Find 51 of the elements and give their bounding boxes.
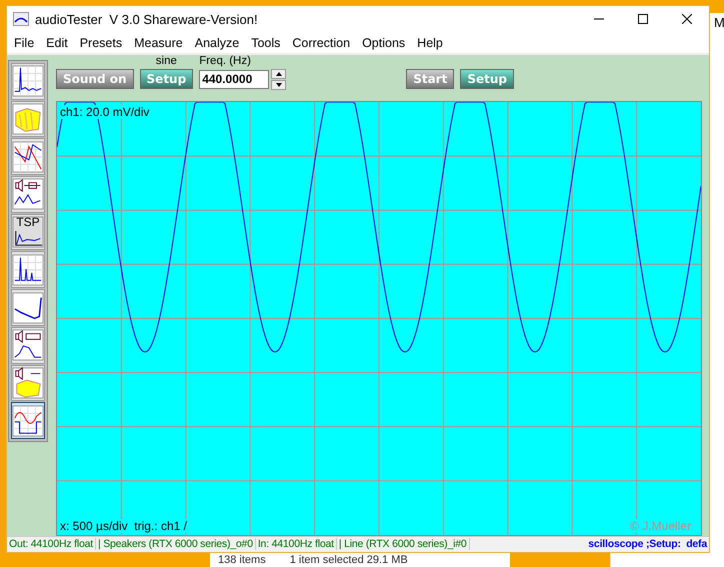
tool-button[interactable] bbox=[11, 326, 45, 364]
background-status-text: 1 item selected 29.1 MB bbox=[290, 553, 408, 567]
frequency-label: Freq. (Hz) bbox=[199, 54, 251, 69]
spin-down-button[interactable] bbox=[271, 80, 286, 90]
oscilloscope-graph-icon bbox=[12, 404, 44, 438]
status-text: | Line (RTX 6000 series)_i#0 bbox=[336, 538, 470, 550]
tool-button[interactable] bbox=[11, 402, 45, 439]
menu-item[interactable]: Edit bbox=[40, 36, 74, 50]
copyright-text: © J.Mueller bbox=[630, 518, 691, 533]
menu-item[interactable]: Analyze bbox=[188, 36, 246, 50]
menu-item[interactable]: Presets bbox=[74, 36, 128, 50]
tool-button[interactable]: TSP bbox=[11, 214, 45, 250]
channel-scale-label: ch1: 20.0 mV/div bbox=[60, 104, 150, 119]
bode-graph-icon bbox=[12, 140, 44, 174]
tool-button[interactable] bbox=[11, 176, 45, 213]
time-scale-label: x: 500 µs/div trig.: ch1 / bbox=[60, 518, 187, 533]
harmonics-graph-icon bbox=[12, 252, 44, 287]
app-icon bbox=[13, 12, 29, 26]
signal-type-label: sine bbox=[156, 54, 177, 69]
menu-item[interactable]: File bbox=[8, 36, 40, 50]
status-text: scilloscope ;Setup: defa bbox=[587, 538, 708, 550]
impedance-graph-icon bbox=[12, 290, 44, 325]
menu-item[interactable]: Measure bbox=[128, 36, 189, 50]
spin-up-icon bbox=[276, 72, 282, 76]
status-text: In: 44100Hz float bbox=[256, 538, 337, 550]
tool-button[interactable] bbox=[11, 289, 45, 326]
tool-label: TSP bbox=[15, 216, 41, 229]
menu-item[interactable]: Options bbox=[356, 36, 412, 50]
horn-graph-icon bbox=[12, 328, 44, 362]
menu-item[interactable]: Correction bbox=[286, 36, 356, 50]
background-status-text: 138 items bbox=[218, 553, 266, 567]
status-text: | Speakers (RTX 6000 series)_o#0 bbox=[96, 538, 256, 550]
tool-button[interactable] bbox=[11, 62, 45, 100]
status-text: Out: 44100Hz float bbox=[7, 538, 96, 550]
waterfall-graph-icon bbox=[12, 102, 44, 136]
background-text: M bbox=[714, 15, 724, 30]
maximize-icon[interactable] bbox=[638, 14, 648, 24]
tool-button[interactable] bbox=[11, 251, 45, 288]
window-title: audioTester V 3.0 Shareware-Version! bbox=[35, 12, 259, 27]
tool-button[interactable] bbox=[11, 364, 45, 402]
tsp-graph-icon bbox=[12, 215, 44, 250]
speaker-waterfall-icon bbox=[12, 366, 44, 400]
close-icon[interactable] bbox=[682, 14, 692, 24]
speaker-graph-icon bbox=[12, 177, 44, 212]
spin-down-icon bbox=[276, 82, 282, 87]
menu-item[interactable]: Help bbox=[411, 36, 449, 50]
spin-up-button[interactable] bbox=[271, 68, 286, 79]
tool-button[interactable] bbox=[11, 138, 45, 176]
menu-item[interactable]: Tools bbox=[245, 36, 286, 50]
frequency-field[interactable]: 440.0000 bbox=[199, 70, 270, 89]
spectrum-graph-icon bbox=[12, 64, 44, 98]
